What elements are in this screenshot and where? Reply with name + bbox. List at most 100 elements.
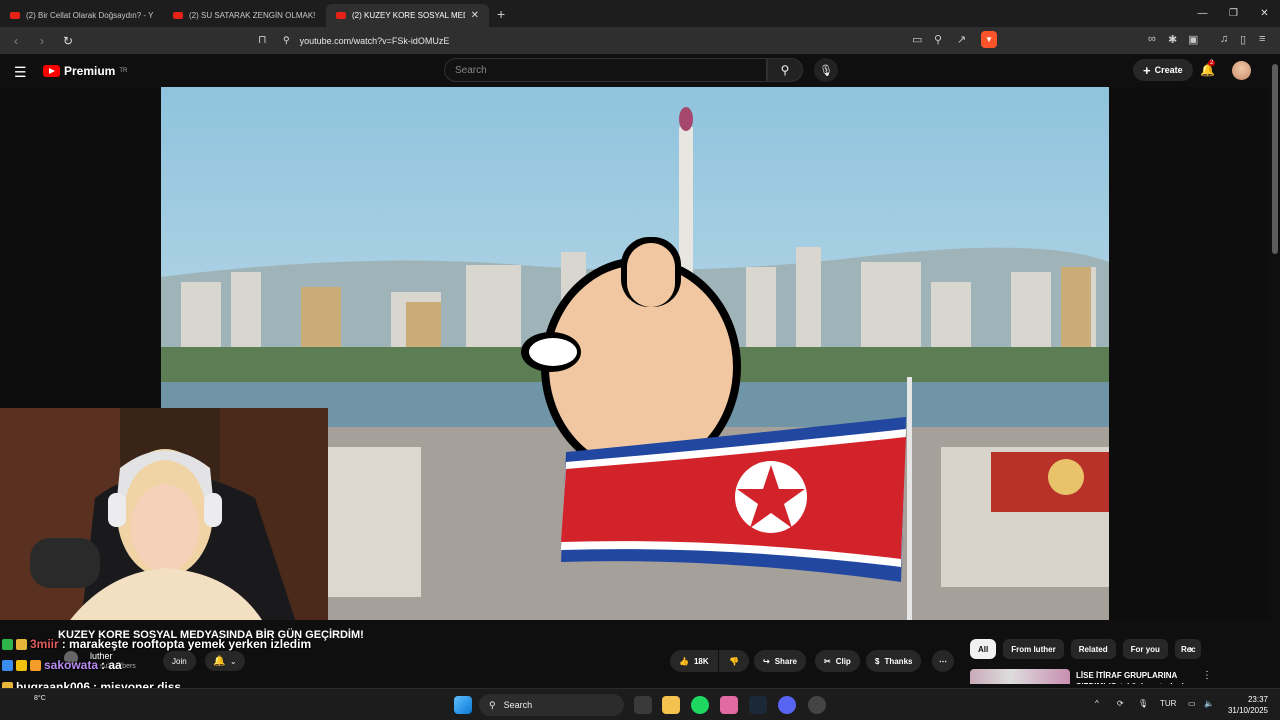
like-count: 18K — [693, 656, 709, 666]
volume-icon[interactable]: 🔈 — [1204, 699, 1214, 708]
microphone-icon[interactable]: 🎙 — [1138, 699, 1148, 708]
task-view-icon[interactable] — [634, 696, 652, 714]
language-indicator[interactable]: TUR — [1160, 699, 1176, 708]
restore-icon[interactable]: ❐ — [1218, 0, 1249, 27]
like-button[interactable]: 👍 18K — [670, 650, 718, 672]
close-window-icon[interactable]: ✕ — [1249, 0, 1280, 27]
file-explorer-icon[interactable] — [662, 696, 680, 714]
channel-avatar[interactable] — [64, 651, 78, 665]
chip-for-you[interactable]: For you — [1122, 639, 1168, 659]
zoom-icon[interactable]: ⚲ — [934, 33, 942, 46]
tray-overflow-icon[interactable]: ^ — [1095, 699, 1099, 708]
browser-tab-2[interactable]: (2) SU SATARAK ZENGİN OLMAK! | K — [163, 4, 326, 27]
reload-icon[interactable]: ↻ — [58, 34, 78, 48]
chevron-right-icon[interactable]: › — [1189, 642, 1193, 656]
region-code: TR — [119, 68, 128, 74]
share-page-icon[interactable]: ↗ — [957, 33, 966, 46]
cast-icon[interactable]: ▭ — [912, 33, 922, 46]
sync-icon[interactable]: ⟳ — [1117, 699, 1124, 708]
youtube-premium-logo[interactable]: Premium TR — [43, 64, 127, 78]
back-icon[interactable]: ‹ — [6, 34, 26, 48]
app-icon[interactable] — [720, 696, 738, 714]
extensions-icon[interactable]: ✱ — [1168, 33, 1177, 46]
video-title: KUZEY KORE SOSYAL MEDYASINDA BİR GÜN GEÇ… — [58, 629, 364, 641]
steam-icon[interactable] — [749, 696, 767, 714]
notifications-button[interactable]: 🔔 2 — [1200, 60, 1216, 77]
create-button[interactable]: + Create — [1133, 59, 1193, 81]
streamer-webcam — [0, 408, 328, 634]
browser-tab-bar: (2) Bir Cellat Olarak Doğsaydın? - You (… — [0, 0, 1280, 27]
recommended-title[interactable]: LİSE İTİRAF GRUPLARINA SIZDIM! (Ortalığı… — [1076, 670, 1196, 684]
youtube-header: ☰ Premium TR Search ⚲ 🎙 + Create 🔔 2 — [0, 54, 1280, 87]
share-label: Share — [774, 656, 797, 666]
close-tab-icon[interactable]: ✕ — [471, 10, 479, 21]
page-scrollbar[interactable] — [1270, 54, 1280, 684]
thumbs-down-icon: 👎 — [729, 656, 739, 666]
tab-label: (2) SU SATARAK ZENGİN OLMAK! | K — [189, 11, 316, 20]
new-tab-button[interactable]: + — [497, 6, 505, 22]
search-input[interactable]: Search — [444, 58, 767, 82]
brave-shields-icon[interactable]: ▼ — [981, 31, 997, 48]
chip-from-channel[interactable]: From luther — [1003, 639, 1064, 659]
clip-button[interactable]: ✂ Clip — [815, 650, 860, 672]
scissors-icon: ✂ — [824, 656, 831, 666]
chip-related[interactable]: Related — [1070, 639, 1116, 659]
wallet-icon[interactable]: ▣ — [1188, 33, 1198, 46]
youtube-logo-icon — [43, 65, 60, 77]
hamburger-menu-icon[interactable]: ☰ — [14, 64, 27, 81]
system-clock[interactable]: 23:37 31/10/2025 — [1228, 694, 1268, 716]
tab-label: (2) Bir Cellat Olarak Doğsaydın? - You — [26, 11, 153, 20]
search-icon: ⚲ — [780, 63, 790, 77]
thanks-icon: $ — [875, 656, 880, 666]
browser-tab-3-active[interactable]: (2) KUZEY KORE SOSYAL MEDYA ✕ — [326, 4, 489, 27]
webcam-image — [0, 408, 328, 634]
start-windows-icon[interactable] — [454, 696, 472, 714]
sidebar-icon[interactable]: ▯ — [1240, 33, 1246, 46]
bookmark-icon[interactable]: ⊓ — [258, 33, 267, 46]
ambient-left — [0, 87, 161, 408]
chip-all[interactable]: All — [970, 639, 997, 659]
discord-icon[interactable] — [778, 696, 796, 714]
subscriber-count: subscribers — [100, 663, 136, 670]
url-field[interactable]: ⚲ youtube.com/watch?v=FSk-idOMUzE — [283, 32, 1003, 49]
more-actions-button[interactable]: ⋯ — [932, 650, 954, 672]
windows-taskbar: 8°C ⚲ Search ^ ⟳ 🎙 TUR ▭ 🔈 23:37 31/10/2… — [0, 688, 1280, 720]
scrollbar-thumb[interactable] — [1272, 64, 1278, 254]
clock-time: 23:37 — [1247, 695, 1268, 704]
thumbs-up-icon: 👍 — [679, 656, 689, 666]
weather-widget[interactable]: 8°C — [34, 694, 46, 703]
bell-icon: 🔔 — [213, 655, 226, 667]
forward-icon[interactable]: › — [32, 34, 52, 48]
channel-name[interactable]: luther — [90, 651, 113, 661]
media-icon[interactable]: ♫ — [1220, 33, 1228, 45]
minimize-icon[interactable]: — — [1187, 0, 1218, 27]
dislike-button[interactable]: 👎 — [719, 650, 749, 672]
vpn-icon[interactable]: ∞ — [1148, 33, 1156, 45]
search-button[interactable]: ⚲ — [767, 58, 803, 82]
address-bar: ‹ › ↻ ⊓ ⚲ youtube.com/watch?v=FSk-idOMUz… — [0, 27, 1280, 54]
spotify-icon[interactable] — [691, 696, 709, 714]
subscription-bell-button[interactable]: 🔔 ⌄ — [205, 651, 245, 671]
more-vertical-icon[interactable]: ⋮ — [1202, 670, 1212, 681]
tab-label: (2) KUZEY KORE SOSYAL MEDYA — [352, 11, 465, 20]
site-info-icon[interactable]: ⚲ — [283, 35, 290, 46]
logo-text: Premium — [64, 64, 116, 78]
voice-search-button[interactable]: 🎙 — [814, 58, 838, 82]
clock-date: 31/10/2025 — [1227, 706, 1268, 715]
menu-icon[interactable]: ≡ — [1259, 33, 1265, 45]
share-button[interactable]: ↪ Share — [754, 650, 806, 672]
window-controls: — ❐ ✕ — [1187, 0, 1280, 27]
recommended-thumbnail[interactable] — [970, 669, 1070, 684]
network-icon[interactable]: ▭ — [1188, 699, 1196, 708]
join-button[interactable]: Join — [163, 651, 196, 671]
plus-icon: + — [1143, 62, 1151, 78]
chip-recently[interactable]: Rec — [1174, 639, 1201, 659]
ambient-right — [1109, 87, 1270, 620]
thanks-button[interactable]: $ Thanks — [866, 650, 922, 672]
taskbar-search-label: Search — [503, 700, 533, 710]
taskbar-search[interactable]: ⚲ Search — [479, 694, 624, 716]
search-icon: ⚲ — [489, 699, 496, 710]
account-avatar[interactable] — [1232, 61, 1251, 80]
browser-tab-1[interactable]: (2) Bir Cellat Olarak Doğsaydın? - You — [0, 4, 163, 27]
brave-browser-icon[interactable] — [808, 696, 826, 714]
